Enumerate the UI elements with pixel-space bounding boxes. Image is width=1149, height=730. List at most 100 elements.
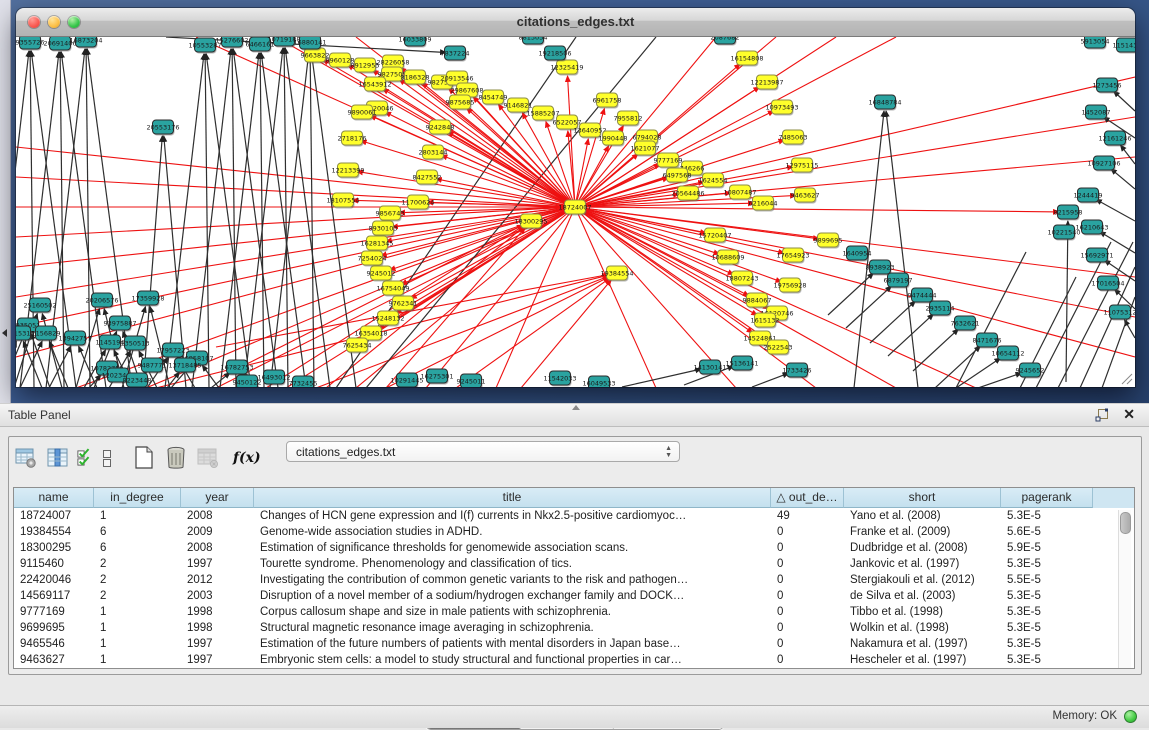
table-row[interactable]: 977716911998Corpus callosum shape and si… [14, 604, 1134, 620]
table-row[interactable]: 1456911722003Disruption of a novel membe… [14, 588, 1134, 604]
citation-edge-black[interactable] [232, 49, 236, 387]
network-node-12975115[interactable]: 12975115 [785, 158, 818, 174]
network-node-9245012[interactable]: 9245012 [367, 266, 396, 282]
memory-ok-indicator-icon[interactable] [1124, 710, 1137, 723]
citation-edge-red[interactable] [575, 207, 656, 387]
citation-edge-black[interactable] [1036, 242, 1111, 387]
network-node-10291445[interactable]: 10291445 [390, 373, 423, 387]
table-vertical-scrollbar[interactable] [1118, 510, 1131, 668]
column-header-out_de[interactable]: △ out_de… [771, 488, 844, 508]
network-node-1273456[interactable]: 1273456 [1093, 78, 1122, 94]
network-node-17359928[interactable]: 17359928 [131, 291, 164, 307]
citation-edge-red[interactable] [575, 37, 716, 207]
network-node-1624554[interactable]: 1624554 [699, 173, 728, 189]
network-node-1615132[interactable]: 1615132 [751, 313, 780, 329]
network-node-8930103[interactable]: 8930103 [369, 221, 398, 237]
network-node-1640954[interactable]: 1640954 [843, 246, 872, 262]
citation-edge-red[interactable] [575, 77, 1135, 207]
network-node-1156829[interactable]: 1156829 [32, 326, 61, 342]
network-node-2935114[interactable]: 2935114 [926, 301, 955, 317]
citation-edge-black[interactable] [1066, 221, 1068, 382]
network-node-6879197[interactable]: 6879197 [884, 273, 913, 289]
citation-edge-red[interactable] [401, 207, 575, 284]
network-node-20553176[interactable]: 20553176 [146, 120, 179, 136]
citation-edge-black[interactable] [752, 373, 789, 387]
network-node-16754049[interactable]: 16754049 [376, 281, 409, 297]
network-node-19756928[interactable]: 19756928 [773, 278, 806, 294]
citation-edge-red[interactable] [16, 207, 575, 357]
network-node-7732455[interactable]: 7732455 [289, 376, 318, 387]
network-node-8813054[interactable]: 8813054 [519, 37, 548, 46]
network-node-13718485[interactable]: 13718485 [168, 358, 201, 374]
network-node-9875685[interactable]: 9875685 [446, 95, 475, 111]
network-node-8427552[interactable]: 8427552 [413, 170, 442, 186]
citation-edge-black[interactable] [285, 48, 330, 387]
network-node-9242848[interactable]: 9242848 [426, 120, 455, 136]
close-panel-icon[interactable]: ✕ [1123, 406, 1135, 423]
column-header-year[interactable]: year [181, 488, 254, 508]
window-titlebar[interactable]: citations_edges.txt [16, 8, 1135, 37]
citation-edge-black[interactable] [49, 341, 68, 387]
citation-edge-red[interactable] [370, 116, 575, 207]
table-row[interactable]: 969969511998Structural magnetic resonanc… [14, 620, 1134, 636]
column-edit-icon[interactable] [45, 445, 71, 471]
citation-edge-red[interactable] [496, 207, 575, 387]
network-node-7254024[interactable]: 7254024 [358, 251, 387, 267]
network-node-1151433[interactable]: 1151433 [1113, 38, 1135, 54]
table-row[interactable]: 946554611997Estimation of the future num… [14, 636, 1134, 652]
float-panel-icon[interactable] [1095, 408, 1109, 422]
network-node-16049533[interactable]: 16049533 [582, 376, 615, 387]
network-node-7632621[interactable]: 7632621 [951, 316, 980, 332]
network-node-9884067[interactable]: 9884067 [743, 293, 772, 309]
network-node-9762341[interactable]: 9762341 [389, 296, 418, 312]
citation-edge-black[interactable] [206, 54, 251, 387]
network-node-17654923[interactable]: 17654923 [776, 248, 809, 264]
citation-edge-black[interactable] [935, 346, 980, 387]
network-node-16848784[interactable]: 16848784 [868, 95, 901, 111]
select-rows-icon[interactable] [77, 445, 93, 471]
network-node-16543912[interactable]: 16543912 [358, 77, 391, 93]
network-node-1621077[interactable]: 1621077 [631, 141, 660, 157]
citation-edge-red[interactable] [385, 112, 575, 207]
network-node-8912955[interactable]: 8912955 [351, 58, 380, 74]
citation-edge-black[interactable] [1111, 169, 1135, 189]
left-split-divider[interactable] [0, 0, 11, 403]
network-node-7955812[interactable]: 7955812 [614, 111, 643, 127]
table-settings-icon[interactable] [13, 445, 39, 471]
network-canvas-svg[interactable]: 1872400718300295966382289601288912955282… [16, 37, 1135, 387]
network-node-16033809[interactable]: 16033809 [398, 37, 431, 48]
network-node-1452087[interactable]: 1452087 [1082, 105, 1111, 121]
network-node-2718176[interactable]: 2718176 [338, 131, 367, 147]
citation-edge-black[interactable] [913, 329, 958, 371]
network-node-1244419[interactable]: 1244419 [1074, 188, 1103, 204]
network-node-7625434[interactable]: 7625434 [343, 338, 372, 354]
network-node-2803144[interactable]: 2803144 [419, 145, 448, 161]
citation-edge-black[interactable] [1096, 199, 1135, 221]
network-node-10927106[interactable]: 10927106 [1087, 156, 1120, 172]
citation-edge-black[interactable] [192, 49, 231, 387]
combo-stepper-icon[interactable]: ▲▼ [665, 445, 672, 459]
column-header-name[interactable]: name [14, 488, 94, 508]
network-node-20564486[interactable]: 20564486 [671, 186, 704, 202]
citation-edge-black[interactable] [622, 369, 701, 387]
citation-edge-black[interactable] [1114, 91, 1135, 111]
network-node-6497568[interactable]: 6497568 [663, 168, 692, 184]
network-node-12325419[interactable]: 12325419 [550, 60, 583, 76]
network-canvas[interactable]: 1872400718300295966382289601288912955282… [16, 37, 1135, 387]
network-node-15248132[interactable]: 15248132 [371, 311, 404, 327]
row-options-icon[interactable] [99, 445, 115, 471]
citation-edge-black[interactable] [284, 48, 288, 387]
network-node-9890061[interactable]: 9890061 [348, 105, 377, 121]
network-node-16281345[interactable]: 16281345 [360, 236, 393, 252]
network-node-8215958[interactable]: 8215958 [1054, 205, 1083, 221]
table-row[interactable]: 1938455462009Genome-wide association stu… [14, 524, 1134, 540]
table-row[interactable]: 946362711997Embryonic stem cells: a mode… [14, 652, 1134, 668]
window-resize-grip[interactable] [1119, 371, 1133, 385]
citation-edge-black[interactable] [205, 54, 209, 387]
citation-edge-red[interactable] [575, 207, 1059, 212]
network-node-5913054[interactable]: 5913054 [1081, 37, 1110, 50]
new-table-icon[interactable] [131, 445, 157, 471]
network-node-10688609[interactable]: 10688609 [711, 250, 744, 266]
citation-edge-black[interactable] [270, 51, 309, 387]
network-node-14130141[interactable]: 14130141 [693, 360, 726, 376]
